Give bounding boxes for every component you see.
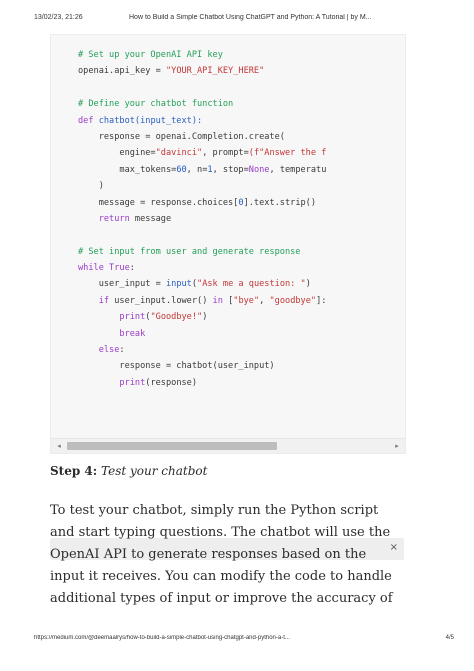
print-header: 13/02/23, 21:26 How to Build a Simple Ch… xyxy=(34,14,454,26)
code-token: ) xyxy=(202,312,208,323)
code-line: # Set input from user and generate respo… xyxy=(78,244,405,260)
code-line: return message xyxy=(78,211,405,227)
code-line: message = response.choices[0].text.strip… xyxy=(78,195,405,211)
code-token: max_tokens= xyxy=(78,164,177,175)
scrollbar-thumb[interactable] xyxy=(67,442,277,450)
code-line: ) xyxy=(78,178,405,194)
code-token: None xyxy=(248,164,270,175)
code-token: [ xyxy=(222,295,234,306)
code-token: def xyxy=(78,115,99,126)
print-title: How to Build a Simple Chatbot Using Chat… xyxy=(129,14,372,21)
code-token: , prompt= xyxy=(202,148,249,159)
code-token: ) xyxy=(78,181,104,192)
code-line: # Set up your OpenAI API key xyxy=(78,47,405,63)
code-token: "bye" xyxy=(233,295,260,306)
code-token: , xyxy=(259,295,270,306)
code-line: # Define your chatbot function xyxy=(78,96,405,112)
code-token: return xyxy=(98,213,130,224)
code-token: "davinci" xyxy=(155,148,203,159)
code-token: "YOUR_API_KEY_HERE" xyxy=(165,66,265,77)
code-token: : xyxy=(119,345,125,356)
code-token: ]: xyxy=(316,295,327,306)
code-token: in xyxy=(212,295,223,306)
code-token: chatbot(input_text): xyxy=(98,115,203,126)
code-line: break xyxy=(78,326,405,342)
code-token: # Define your chatbot function xyxy=(78,99,234,110)
step-heading: Step 4: Test your chatbot xyxy=(50,462,400,480)
code-token: True xyxy=(109,263,130,274)
scroll-right-arrow-icon[interactable]: ▸ xyxy=(392,441,402,451)
code-token: input xyxy=(165,279,192,290)
code-token: message = response.choices[ xyxy=(78,197,239,208)
code-token: if xyxy=(98,295,110,306)
code-token: "goodbye" xyxy=(269,295,317,306)
code-token: , n= xyxy=(186,164,208,175)
step-label: Step 4: xyxy=(50,464,98,478)
code-line: response = openai.Completion.create( xyxy=(78,129,405,145)
code-block: # Set up your OpenAI API key openai.api_k… xyxy=(50,34,406,454)
code-token: "Ask me a question: " xyxy=(197,279,306,290)
code-token: # Set input from user and generate respo… xyxy=(78,246,301,257)
code-token: print xyxy=(119,312,146,323)
print-date: 13/02/23, 21:26 xyxy=(34,14,83,21)
code-token: ) xyxy=(305,279,311,290)
code-token: (response) xyxy=(145,377,198,388)
scroll-left-arrow-icon[interactable]: ◂ xyxy=(54,441,64,451)
horizontal-scrollbar[interactable]: ◂ ▸ xyxy=(51,438,405,453)
code-token: openai.api_key = xyxy=(78,66,166,77)
code-token: "Goodbye!" xyxy=(150,312,203,323)
code-token: else xyxy=(98,345,120,356)
code-line: response = chatbot(user_input) xyxy=(78,358,405,374)
code-line: engine="davinci", prompt=(f"Answer the f xyxy=(78,145,405,161)
code-token: response = openai.Completion.create( xyxy=(78,131,285,142)
code-token: : xyxy=(129,263,135,274)
code-line: openai.api_key = "YOUR_API_KEY_HERE" xyxy=(78,63,405,79)
code-token: 60 xyxy=(176,164,187,175)
code-line: if user_input.lower() in ["bye", "goodby… xyxy=(78,293,405,309)
code-token: # Set up your OpenAI API key xyxy=(78,50,223,60)
code-token: while xyxy=(78,263,110,274)
code-token: engine= xyxy=(78,148,156,159)
code-token: ].text.strip() xyxy=(243,197,317,208)
code-token: (f"Answer the f xyxy=(248,148,327,159)
code-line: else: xyxy=(78,342,405,358)
body-paragraph: To test your chatbot, simply run the Pyt… xyxy=(50,503,393,606)
code-line: max_tokens=60, n=1, stop=None, temperatu xyxy=(78,162,405,178)
document-page: 13/02/23, 21:26 How to Build a Simple Ch… xyxy=(0,0,474,671)
code-token: , temperatu xyxy=(269,164,327,175)
code-line: print(response) xyxy=(78,375,405,391)
code-token: print xyxy=(119,377,146,388)
print-footer: https://medium.com/@deemaalrys/how-to-bu… xyxy=(34,635,454,647)
page-number: 4/5 xyxy=(445,635,454,641)
code-token: user_input.lower() xyxy=(109,295,213,306)
code-token: message xyxy=(129,213,172,224)
code-line: user_input = input("Ask me a question: "… xyxy=(78,276,405,292)
code-token: user_input = xyxy=(78,279,166,290)
code-token: response = chatbot(user_input) xyxy=(78,361,275,372)
code-line: print("Goodbye!") xyxy=(78,309,405,325)
step-title: Test your chatbot xyxy=(101,464,208,478)
code-token: , stop= xyxy=(212,164,249,175)
code-line: def chatbot(input_text): xyxy=(78,113,405,129)
code-lines: # Set up your OpenAI API key openai.api_k… xyxy=(78,47,405,391)
code-token: break xyxy=(119,328,146,339)
code-line: while True: xyxy=(78,260,405,276)
print-url: https://medium.com/@deemaalrys/how-to-bu… xyxy=(34,635,290,641)
